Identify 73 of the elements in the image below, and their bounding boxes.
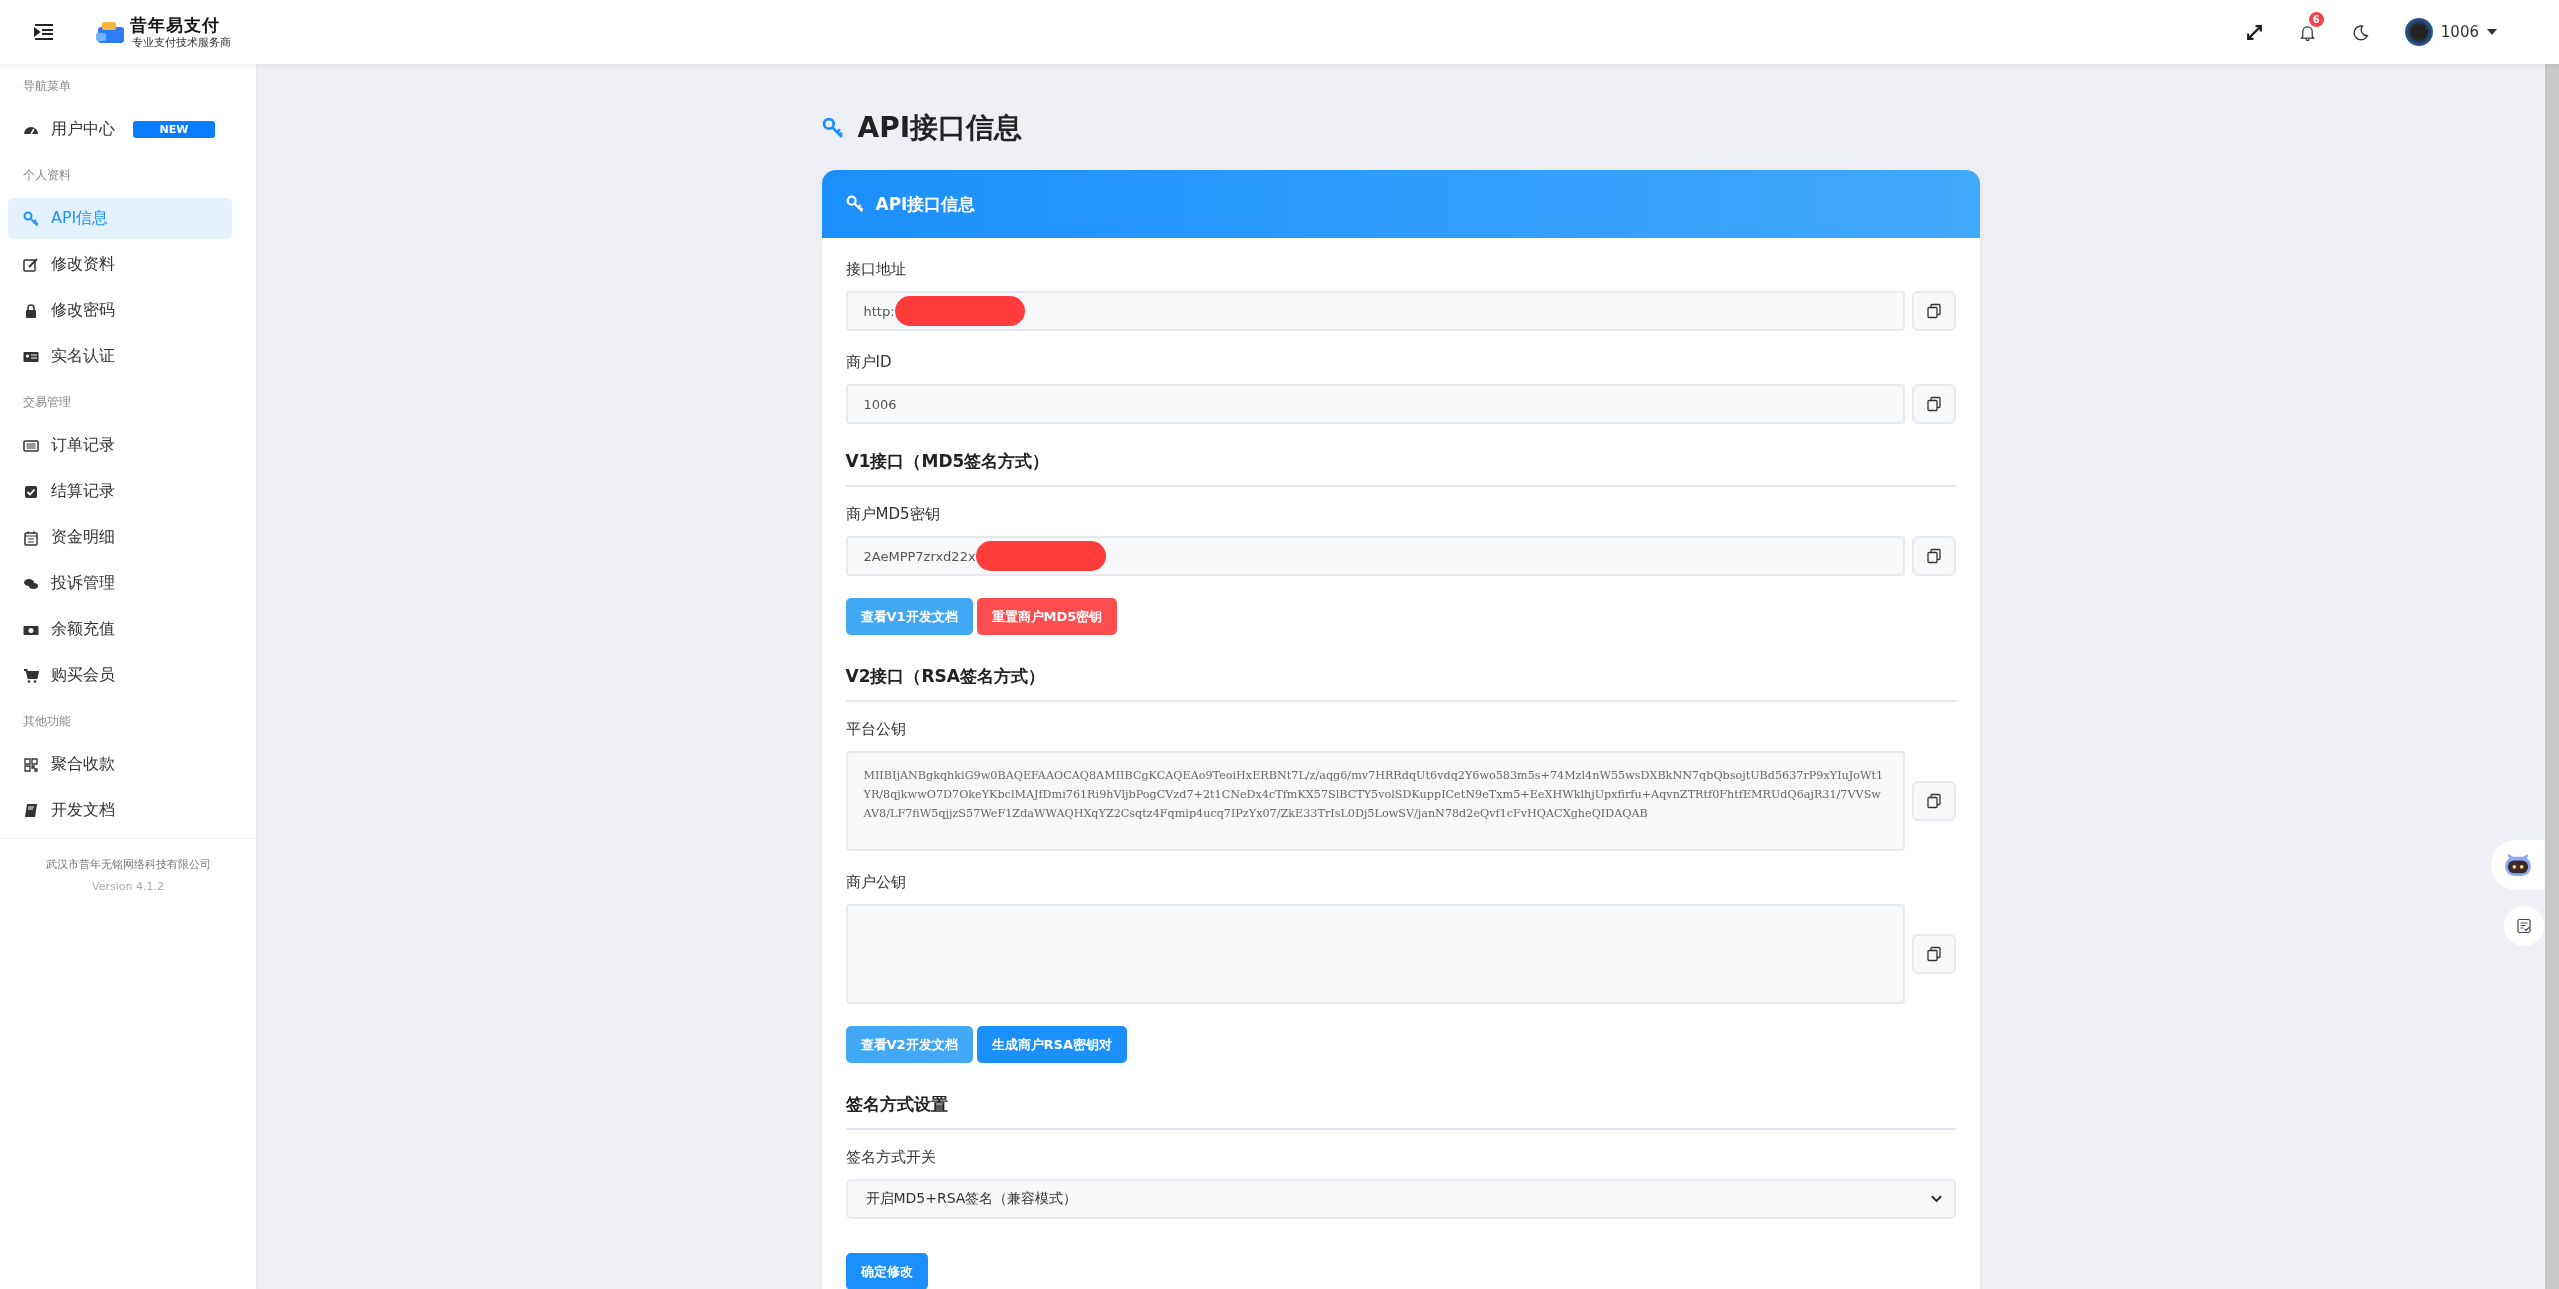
- sidebar-item[interactable]: 资金明细: [8, 517, 232, 558]
- menu-item-icon: [23, 210, 39, 227]
- menu-item-icon: [23, 256, 39, 273]
- menu-section-heading: 个人资料: [22, 167, 72, 184]
- sidebar-item[interactable]: 修改资料: [8, 244, 232, 285]
- copy-button[interactable]: [1911, 384, 1956, 424]
- checklist-icon: [2516, 918, 2532, 934]
- sidebar-item[interactable]: 实名认证: [8, 336, 232, 377]
- field-label: 接口地址: [845, 260, 907, 279]
- checklist-button[interactable]: [2504, 906, 2544, 946]
- wallet-logo-icon: [96, 19, 126, 45]
- sidebar-item[interactable]: 订单记录: [8, 425, 232, 466]
- input-field[interactable]: 2AeMPP7zrxd22x: [845, 536, 1905, 576]
- menu-item-icon: [23, 667, 39, 684]
- input-field[interactable]: http:: [845, 291, 1905, 331]
- caret-icon: [2487, 29, 2497, 35]
- robot-icon: [2503, 853, 2533, 877]
- menu-item-icon: [23, 802, 39, 819]
- copy-button[interactable]: [1911, 536, 1956, 576]
- sidebar-item[interactable]: 修改密码: [8, 290, 232, 331]
- sidebar-item[interactable]: 用户中心 NEW: [8, 109, 232, 150]
- chevron-icon: [1930, 1195, 1942, 1203]
- sidebar-item[interactable]: 开发文档: [8, 790, 232, 831]
- select-dropdown[interactable]: 开启MD5+RSA签名（兼容模式）: [845, 1179, 1956, 1219]
- menu-item-icon: [23, 483, 39, 500]
- copy-icon: [1925, 548, 1942, 564]
- menu-section-heading: 交易管理: [22, 394, 72, 411]
- scrollbar[interactable]: [2545, 64, 2559, 1289]
- logo-title: 昔年易支付: [130, 16, 221, 34]
- logo-subtitle: 专业支付技术服务商: [131, 36, 231, 48]
- company-name: 武汉市昔年无铭网络科技有限公司: [45, 857, 211, 872]
- fullscreen-icon[interactable]: [2245, 23, 2263, 41]
- sidebar-item[interactable]: 购买会员: [8, 655, 232, 696]
- menu-item-icon: [23, 529, 39, 546]
- moon-icon[interactable]: [2351, 23, 2369, 41]
- copy-button[interactable]: [1911, 781, 1956, 821]
- avatar: [2404, 18, 2433, 46]
- section-heading: 签名方式设置: [845, 1093, 1956, 1130]
- menu-section-heading: 其他功能: [22, 713, 72, 730]
- version-text: Version 4.1.2: [92, 880, 164, 893]
- card-title: API接口信息: [875, 192, 976, 216]
- new-badge: NEW: [133, 121, 215, 138]
- input-field[interactable]: 1006: [845, 384, 1905, 424]
- sidebar-item[interactable]: 聚合收款: [8, 744, 232, 785]
- section-heading: V2接口（RSA签名方式）: [845, 665, 1956, 702]
- menu-section-heading: 导航菜单: [22, 78, 72, 95]
- copy-button[interactable]: [1911, 934, 1956, 974]
- key-icon: [845, 195, 864, 213]
- bell-icon[interactable]: [2298, 23, 2316, 41]
- text-area[interactable]: MIIBIjANBgkqhkiG9w0BAQEFAAOCAQ8AMIIBCgKCAQEAo9TeoiHxERBNt7L/z/aqg6/mv7HRRdqUt6vdq2Y6wo583m5s+74Mzl4nW55wsDXBkNN7qbQbsojtUBd5637rP9xYIuJoWt1YR/8qjkwwO7D7OkeYKbclMAJfDmi761Ri9hVljbPogCVzd7+2t1CNeDx4cTfmKX57SlBCTY5volSDKuppICetN9eTxm5+EeXHWklhjUpxfirfu+AqvnZTRtf0FhtfEMRUdQ6ajR31/7VVSwAV8/LF7fiW5qjjzS57WeF1ZdaWWAQHXqYZ2Csqtz4Fqmip4ucq7IPzYx07/ZkE33TrIsL0Dj5LowSV/janN78d2eQvf1cFvHQACXgheQIDAQAB: [845, 751, 1905, 851]
- field-label: 商户MD5密钥: [845, 505, 941, 524]
- assistant-button[interactable]: [2491, 840, 2545, 890]
- user-menu[interactable]: 1006: [2404, 18, 2497, 46]
- sidebar-item[interactable]: 投诉管理: [8, 563, 232, 604]
- page-title: API接口信息: [857, 110, 1023, 146]
- field-label: 平台公钥: [845, 720, 907, 739]
- menu-icon[interactable]: [34, 24, 54, 40]
- sidebar-item[interactable]: 结算记录: [8, 471, 232, 512]
- field-label: 签名方式开关: [845, 1148, 937, 1167]
- copy-button[interactable]: [1911, 291, 1956, 331]
- field-label: 商户公钥: [845, 873, 907, 892]
- copy-icon: [1925, 303, 1942, 319]
- copy-icon: [1925, 793, 1942, 809]
- field-label: 商户ID: [845, 353, 893, 372]
- menu-item-icon: [23, 437, 39, 454]
- section-heading: V1接口（MD5签名方式）: [845, 450, 1956, 487]
- notification-badge: 6: [2308, 11, 2324, 27]
- copy-icon: [1925, 396, 1942, 412]
- menu-item-icon: [23, 302, 39, 319]
- menu-item-icon: [23, 756, 39, 773]
- sidebar-item[interactable]: 余额充值: [8, 609, 232, 650]
- key-icon: [821, 117, 844, 139]
- copy-icon: [1925, 946, 1942, 962]
